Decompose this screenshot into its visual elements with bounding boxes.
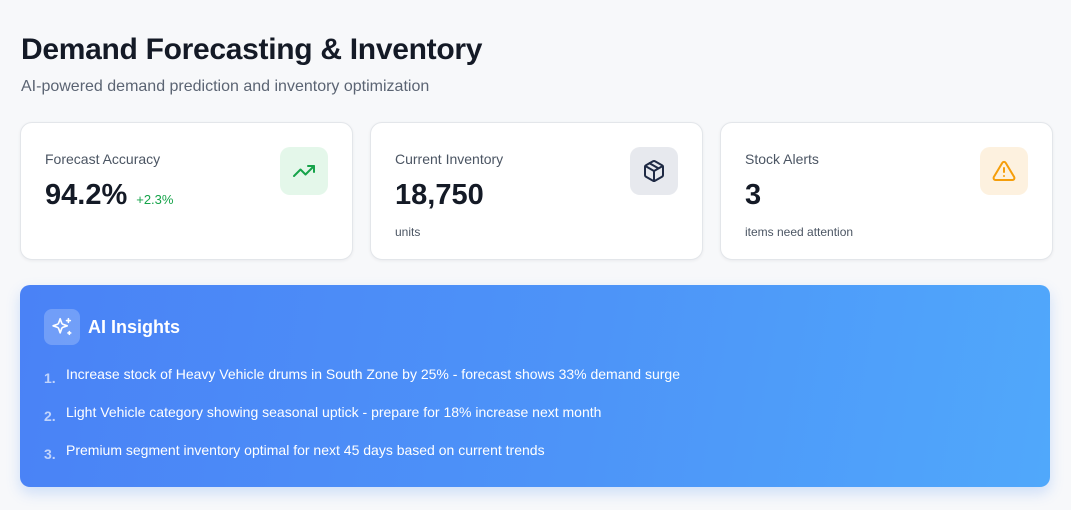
package-icon <box>630 147 678 195</box>
insight-number: 1. <box>44 370 56 386</box>
page-subtitle: AI-powered demand prediction and invento… <box>21 78 430 95</box>
ai-insights-title: AI Insights <box>88 316 181 337</box>
demand-forecasting-page: Demand Forecasting & Inventory AI-powere… <box>0 0 1071 510</box>
ai-insights-list: 1. Increase stock of Heavy Vehicle drums… <box>44 364 1026 478</box>
current-inventory-unit: units <box>395 225 421 239</box>
stock-alerts-caption: items need attention <box>745 225 854 239</box>
stock-alerts-card: Stock Alerts 3 items need attention <box>720 122 1053 260</box>
insight-number: 3. <box>44 446 56 462</box>
trending-up-icon <box>280 147 328 195</box>
insight-item: 1. Increase stock of Heavy Vehicle drums… <box>44 364 1026 402</box>
insight-item: 2. Light Vehicle category showing season… <box>44 402 1026 440</box>
forecast-accuracy-delta: +2.3% <box>136 192 174 207</box>
insight-text: Increase stock of Heavy Vehicle drums in… <box>66 366 680 382</box>
current-inventory-value: 18,750 <box>395 179 484 211</box>
insight-text: Premium segment inventory optimal for ne… <box>66 442 545 458</box>
forecast-accuracy-value: 94.2% <box>45 179 128 211</box>
insight-text: Light Vehicle category showing seasonal … <box>66 404 602 420</box>
insight-number: 2. <box>44 408 56 424</box>
sparkles-icon <box>44 309 80 345</box>
stock-alerts-value: 3 <box>745 179 762 211</box>
current-inventory-card: Current Inventory 18,750 units <box>370 122 703 260</box>
ai-insights-header: AI Insights <box>44 309 1026 345</box>
insight-item: 3. Premium segment inventory optimal for… <box>44 440 1026 478</box>
ai-insights-panel: AI Insights 1. Increase stock of Heavy V… <box>20 285 1050 487</box>
alert-triangle-icon <box>980 147 1028 195</box>
forecast-accuracy-card: Forecast Accuracy 94.2% +2.3% <box>20 122 353 260</box>
metric-cards: Forecast Accuracy 94.2% +2.3% Current In… <box>20 122 1053 260</box>
page-title: Demand Forecasting & Inventory <box>21 33 483 66</box>
